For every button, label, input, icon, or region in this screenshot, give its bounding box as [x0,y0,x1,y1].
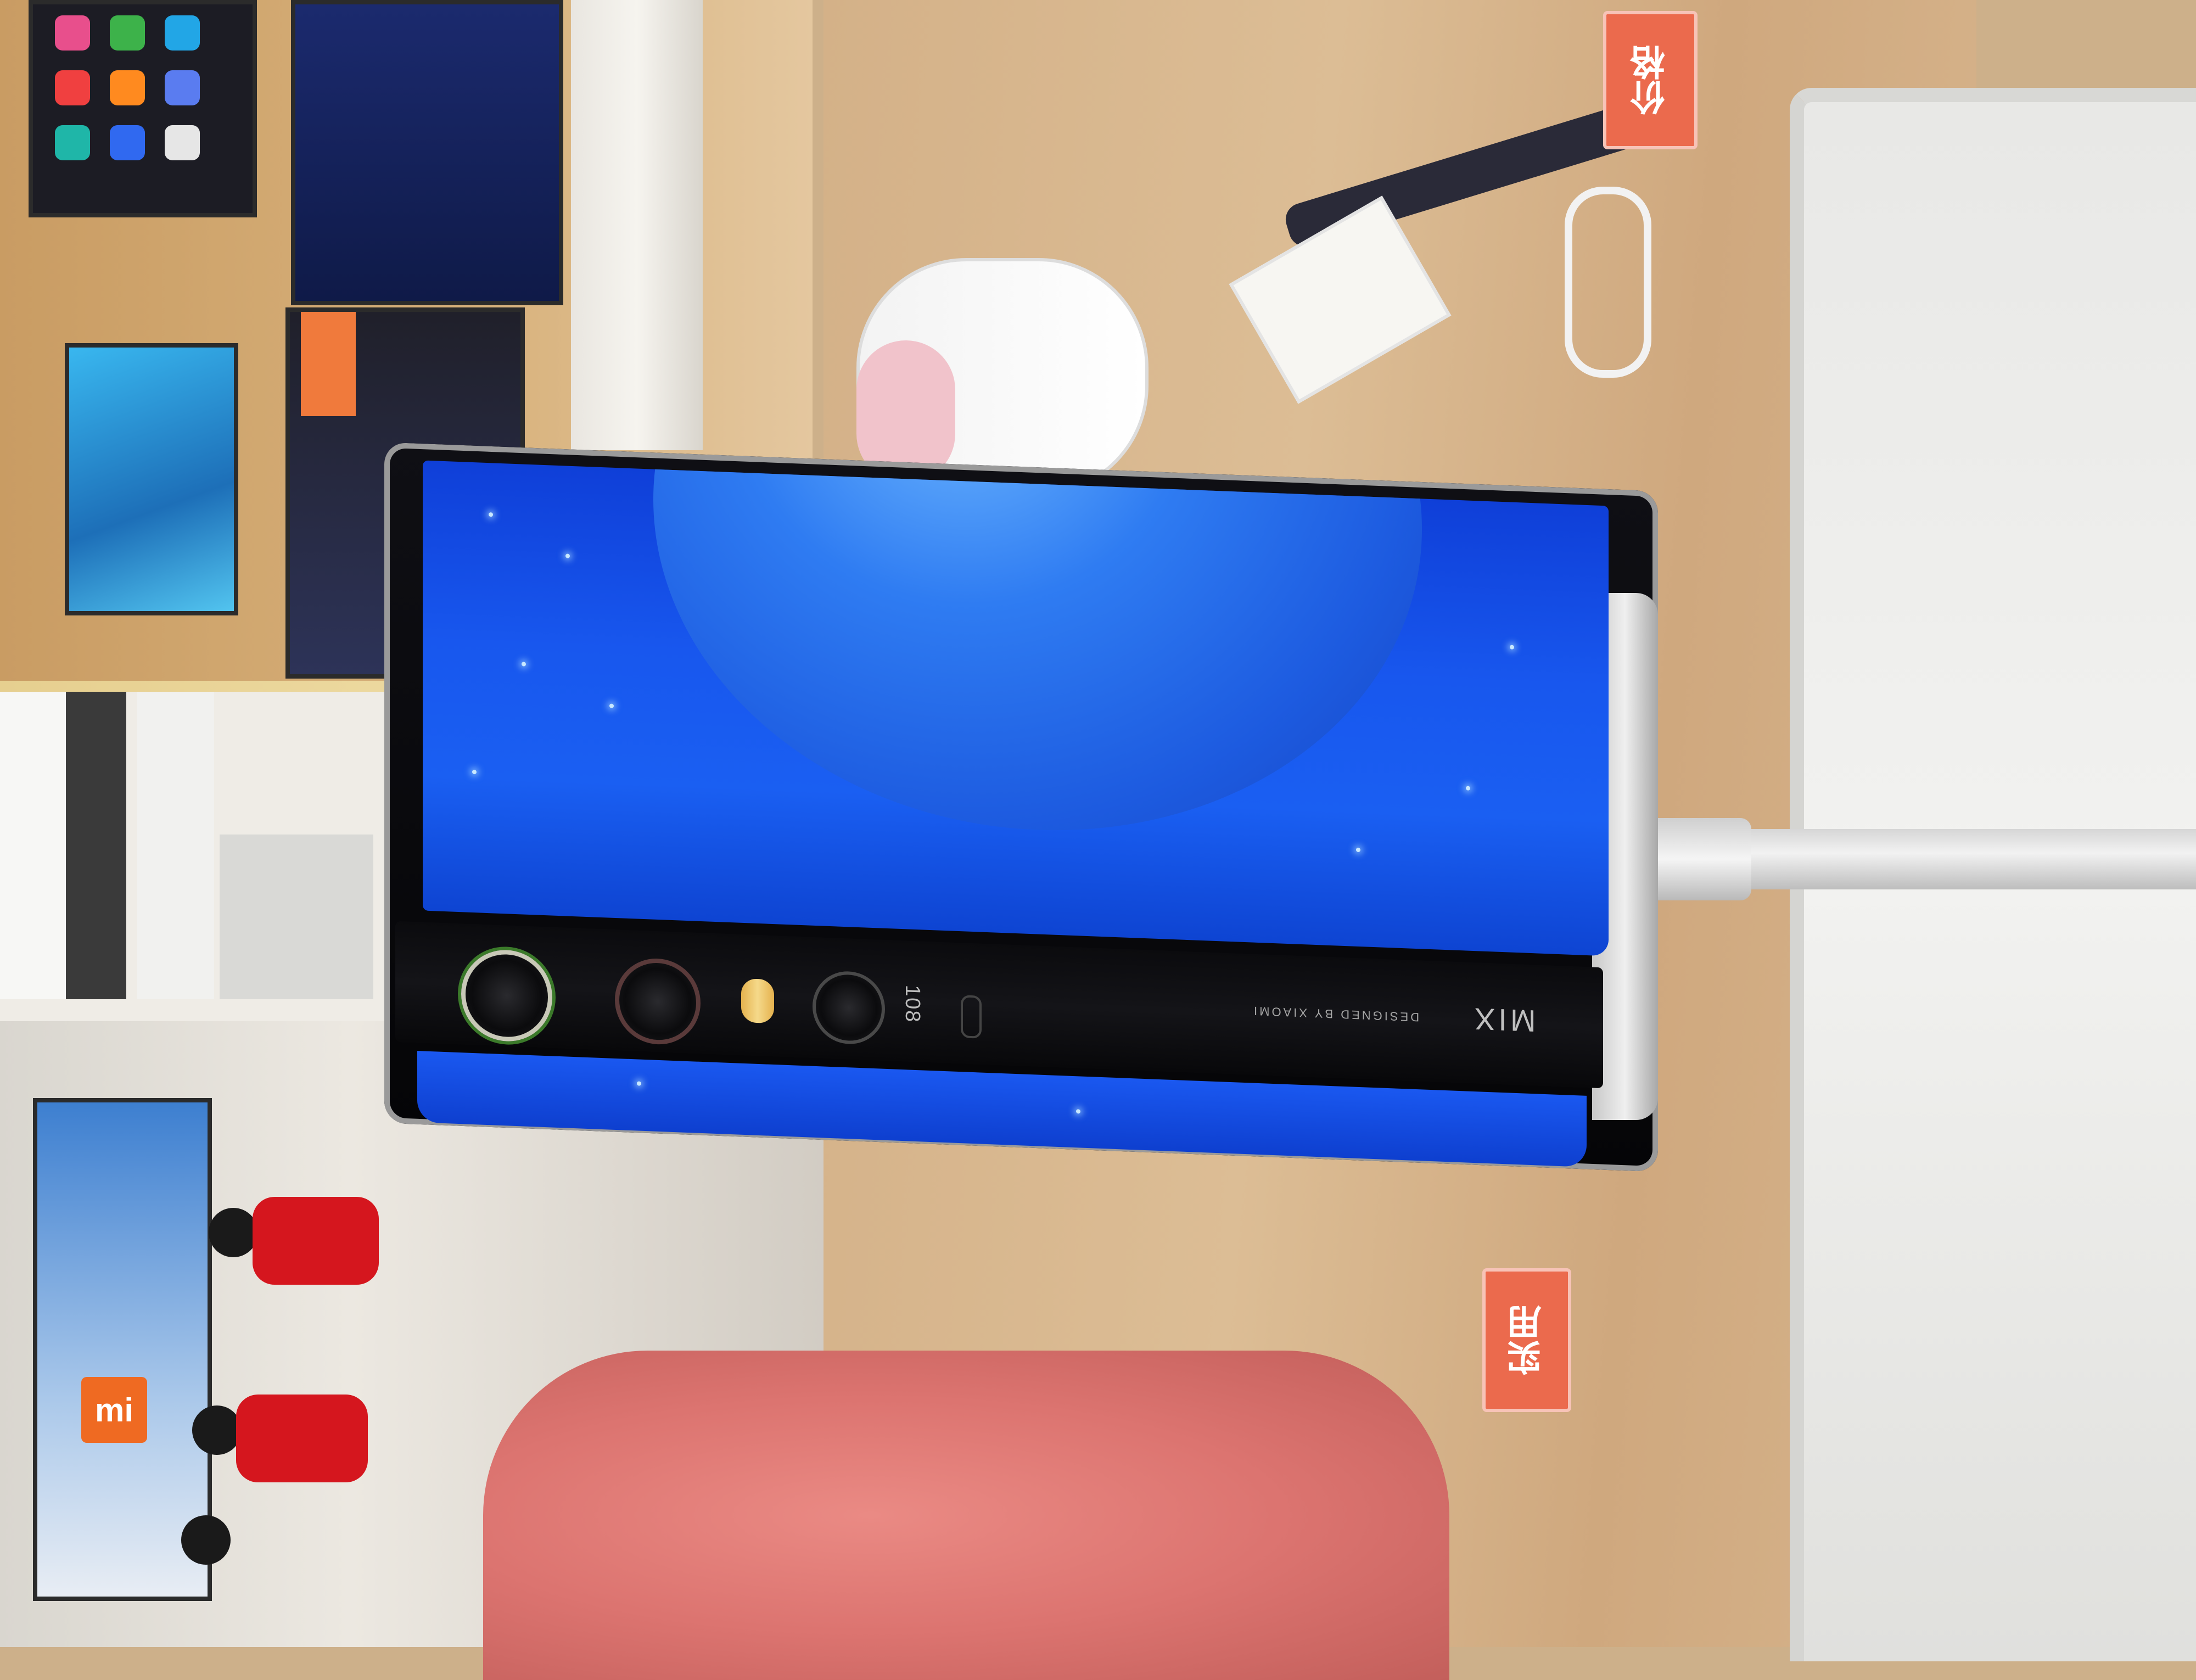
person-red-shirt [236,1395,368,1482]
wall-screen-blue [65,343,238,615]
app-icon [55,70,90,105]
app-icon [165,15,200,51]
mix-brand-mark: MIX [1471,1001,1536,1039]
star [1356,847,1360,853]
microphone-slot [961,995,982,1039]
star [637,1081,641,1086]
star [609,703,614,708]
star [1510,645,1514,649]
star [1076,1109,1080,1114]
main-camera-lens [461,948,552,1043]
shelf-box [0,692,69,999]
price-tag: 实用 [1482,1268,1571,1412]
camera-lens [813,970,885,1046]
planet-wallpaper [653,460,1422,845]
designed-by-text: DESIGNED BY XIAOMI [1252,1004,1420,1024]
security-cable [1565,187,1651,378]
product-box [220,835,373,999]
shelf-box [66,692,126,999]
app-icon [110,15,145,51]
app-icon [55,15,90,51]
mi-logo: mi [81,1377,147,1443]
star [472,769,477,775]
person-red-shirt [253,1197,379,1285]
white-pillar [571,0,703,450]
product-shelf [0,692,417,1021]
app-icon [165,125,200,160]
app-icon [110,125,145,160]
person-head [192,1405,242,1455]
star [522,662,526,667]
star [565,553,570,558]
person-head [209,1208,258,1257]
phone-wraparound-screen [423,460,1609,956]
megapixel-value: 108 [901,984,924,1024]
star [489,512,493,517]
star [1466,786,1470,791]
person-head [181,1515,231,1565]
wall-screen-ad [291,0,563,305]
app-icon [55,125,90,160]
camera-megapixel-label: 108 [900,984,924,1023]
pink-cushion [483,1351,1449,1680]
camera-lens [615,957,701,1046]
promo-banner [301,312,356,416]
flash-icon [741,978,774,1024]
price-tag: 价格 [1603,11,1698,149]
app-icon [165,70,200,105]
app-icon [110,70,145,105]
wall-screen-apps [29,0,257,217]
shelf-box [137,692,214,999]
